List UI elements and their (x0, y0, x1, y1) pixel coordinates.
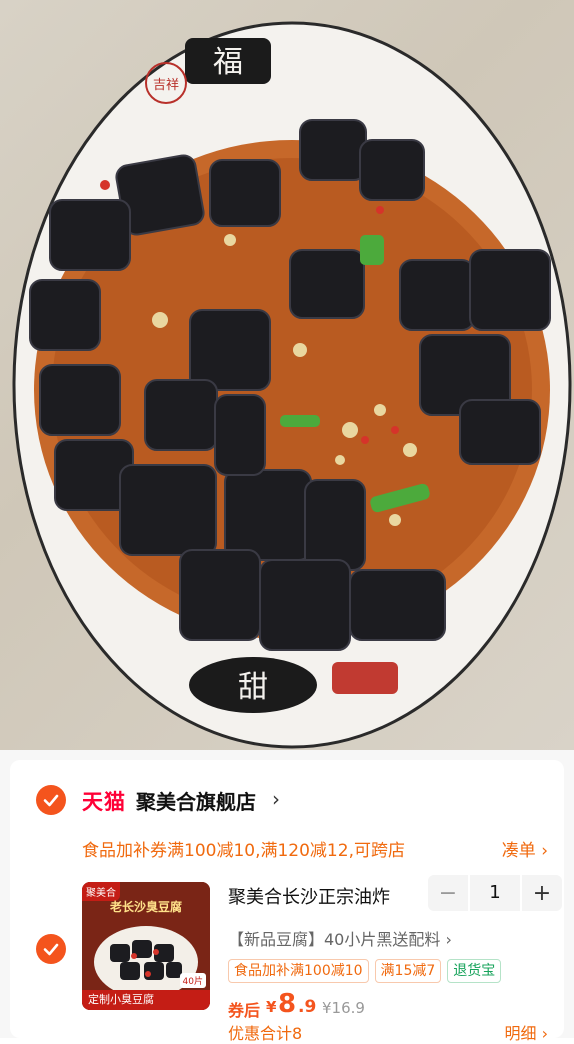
discount-total: 优惠合计8 (228, 1024, 303, 1043)
quantity-value[interactable]: 1 (468, 875, 522, 911)
store-select-checkbox[interactable] (36, 785, 66, 815)
discount-row: 优惠合计8 明细 › (228, 1020, 549, 1044)
thumbnail-title: 老长沙臭豆腐 (109, 900, 182, 914)
price-integer: 8 (278, 989, 297, 1019)
original-price: ¥16.9 (322, 999, 365, 1017)
promo-row: 食品加补券满100减10,满120减12,可跨店 凑单 › (82, 836, 548, 862)
bowl-seal: 吉祥 (153, 78, 179, 93)
price-decimal: .9 (298, 997, 317, 1017)
add-items-link[interactable]: 凑单 › (502, 836, 548, 861)
thumbnail-badge: 40片 (179, 973, 206, 988)
item-select-checkbox[interactable] (36, 934, 66, 964)
bowl-char-bottom: 甜 (238, 670, 268, 705)
tag-coupon: 食品加补满100减10 (228, 959, 369, 983)
bowl-char-top: 福 (213, 45, 243, 80)
tmall-logo: 天猫 (82, 790, 126, 814)
product-thumbnail[interactable]: 聚美合 老长沙臭豆腐 40片 定制小臭豆腐 (82, 882, 210, 1010)
checkmark-icon (43, 794, 59, 807)
quantity-stepper: − 1 + (428, 875, 562, 911)
tag-discount: 满15减7 (374, 959, 442, 983)
store-row[interactable]: 天猫 聚美合旗舰店 › (10, 782, 564, 818)
product-title[interactable]: 聚美合长沙正宗油炸 (228, 883, 418, 909)
stinky-tofu-bowl-image: 福 吉祥 甜 (12, 21, 572, 749)
promo-tags: 食品加补满100减10 满15减7 退货宝 (228, 959, 502, 983)
promo-text: 食品加补券满100减10,满120减12,可跨店 (82, 841, 405, 861)
price-label: 券后 (228, 1001, 261, 1020)
decrease-button[interactable]: − (428, 881, 468, 906)
cart-store-section: 天猫 聚美合旗舰店 › 食品加补券满100减10,满120减12,可跨店 凑单 … (0, 750, 574, 1043)
chevron-right-icon[interactable]: › (272, 787, 280, 811)
thumbnail-caption: 定制小臭豆腐 (82, 990, 210, 1010)
increase-button[interactable]: + (522, 881, 562, 906)
price-currency: ¥ (266, 998, 277, 1016)
tag-return-insurance: 退货宝 (447, 959, 502, 983)
sku-selector[interactable]: 【新品豆腐】40小片黑送配料 › (228, 926, 452, 950)
product-photo: 福 吉祥 甜 (0, 0, 574, 750)
cart-card: 天猫 聚美合旗舰店 › 食品加补券满100减10,满120减12,可跨店 凑单 … (10, 760, 564, 1043)
store-name[interactable]: 聚美合旗舰店 (136, 786, 256, 815)
checkmark-icon (43, 943, 59, 956)
discount-detail-link[interactable]: 明细 › (505, 1020, 549, 1044)
